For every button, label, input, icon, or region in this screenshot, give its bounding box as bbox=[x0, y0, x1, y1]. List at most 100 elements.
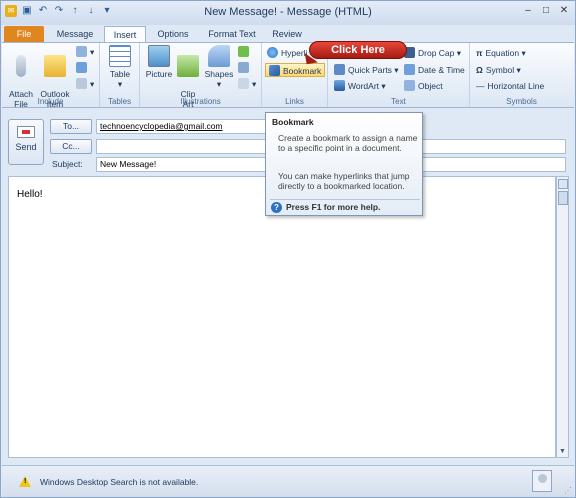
cc-button[interactable]: Cc... bbox=[50, 139, 92, 154]
tooltip-divider bbox=[270, 199, 420, 200]
symbol-button[interactable]: Ω Symbol ▾ bbox=[476, 63, 521, 77]
calendar-button[interactable] bbox=[76, 61, 90, 75]
horizontal-line-label: Horizontal Line bbox=[487, 81, 545, 91]
equation-label: Equation bbox=[485, 48, 520, 58]
tooltip-help-text: Press F1 for more help. bbox=[286, 202, 381, 212]
chart-button[interactable] bbox=[238, 61, 252, 75]
shapes-label: Shapes bbox=[204, 69, 234, 79]
send-label: Send bbox=[15, 142, 37, 152]
symbol-label: Symbol bbox=[485, 65, 515, 75]
tab-file[interactable]: File bbox=[4, 26, 44, 43]
bookmark-label: Bookmark bbox=[283, 66, 322, 76]
equation-button[interactable]: π Equation ▾ bbox=[476, 46, 526, 60]
table-button[interactable]: Table ▾ bbox=[104, 45, 136, 89]
quick-parts-button[interactable]: Quick Parts ▾ bbox=[334, 63, 399, 77]
bookmark-button[interactable]: Bookmark bbox=[265, 63, 326, 77]
picture-icon bbox=[148, 45, 170, 67]
object-icon bbox=[404, 80, 415, 91]
table-label: Table bbox=[109, 69, 131, 79]
group-include: Attach File Outlook Item ▾ ▾ Include bbox=[2, 43, 100, 109]
group-symbols: π Equation ▾ Ω Symbol ▾ ― Horizontal Line S… bbox=[470, 43, 573, 107]
object-label: Object bbox=[418, 81, 443, 91]
to-button[interactable]: To... bbox=[50, 119, 92, 134]
window-controls: – □ ✕ bbox=[521, 5, 571, 17]
wordart-label: WordArt bbox=[348, 81, 380, 91]
business-card-icon bbox=[76, 46, 87, 57]
bookmark-icon bbox=[269, 65, 280, 76]
quick-parts-label: Quick Parts bbox=[348, 65, 392, 75]
pi-icon: π bbox=[476, 48, 483, 58]
help-icon: ? bbox=[271, 202, 282, 213]
envelope-icon bbox=[44, 55, 66, 77]
vertical-scrollbar[interactable]: ▼ bbox=[556, 176, 569, 458]
wordart-icon bbox=[334, 80, 345, 91]
scroll-up-icon[interactable] bbox=[558, 191, 568, 205]
horizontal-line-button[interactable]: ― Horizontal Line bbox=[476, 79, 544, 93]
group-illustrations: Picture Clip Art Shapes ▾ ▾ Illustrations bbox=[140, 43, 262, 109]
screenshot-button[interactable]: ▾ bbox=[238, 77, 256, 91]
date-time-icon bbox=[404, 64, 415, 75]
tab-format-text[interactable]: Format Text bbox=[203, 26, 261, 43]
object-button[interactable]: Object bbox=[404, 79, 443, 93]
to-field[interactable]: technoencyclopedia@gmail.com bbox=[96, 119, 266, 134]
title-bar: ✉ ▣ ↶ ↷ ↑ ↓ ▾ New Message! - Message (HT… bbox=[1, 1, 575, 25]
outlook-message-window: ✉ ▣ ↶ ↷ ↑ ↓ ▾ New Message! - Message (HT… bbox=[0, 0, 576, 498]
group-label-illustrations: Illustrations bbox=[180, 97, 221, 106]
group-label-tables: Tables bbox=[107, 97, 132, 106]
drop-cap-button[interactable]: Drop Cap ▾ bbox=[404, 46, 461, 60]
group-label-include: Include bbox=[37, 97, 64, 106]
calendar-icon bbox=[76, 62, 87, 73]
maximize-icon[interactable]: □ bbox=[539, 5, 553, 17]
minimize-icon[interactable]: – bbox=[521, 5, 535, 17]
status-bar: ! Windows Desktop Search is not availabl… bbox=[2, 465, 574, 497]
send-button[interactable]: Send bbox=[8, 119, 44, 165]
close-icon[interactable]: ✕ bbox=[557, 5, 571, 17]
status-message: Windows Desktop Search is not available. bbox=[40, 477, 199, 487]
smartart-icon bbox=[238, 46, 249, 57]
smartart-button[interactable] bbox=[238, 45, 252, 59]
click-here-callout: Click Here bbox=[309, 41, 407, 59]
chart-icon bbox=[238, 62, 249, 73]
tab-insert[interactable]: Insert bbox=[104, 26, 146, 43]
screenshot-icon bbox=[238, 78, 249, 89]
clip-art-icon bbox=[177, 55, 199, 77]
drop-cap-label: Drop Cap bbox=[418, 48, 455, 58]
signature-icon bbox=[76, 78, 87, 89]
tooltip-hint: You can make hyperlinks that jump direct… bbox=[278, 171, 410, 191]
business-card-button[interactable]: ▾ bbox=[76, 45, 94, 59]
table-dropdown-icon: ▾ bbox=[117, 79, 123, 89]
tooltip-help: ? Press F1 for more help. bbox=[271, 202, 380, 213]
ribbon: Attach File Outlook Item ▾ ▾ Include Tab… bbox=[2, 42, 574, 109]
horizontal-line-icon: ― bbox=[476, 81, 485, 91]
send-icon bbox=[17, 126, 35, 138]
group-tables: Table ▾ Tables bbox=[100, 43, 140, 107]
ribbon-tabs: File Message Insert Options Format Text … bbox=[1, 25, 575, 43]
group-label-symbols: Symbols bbox=[506, 97, 537, 106]
message-body[interactable]: Hello! bbox=[8, 176, 556, 458]
wordart-button[interactable]: WordArt ▾ bbox=[334, 79, 386, 93]
date-time-button[interactable]: Date & Time bbox=[404, 63, 465, 77]
group-label-links: Links bbox=[285, 97, 304, 106]
contact-picture-icon[interactable] bbox=[532, 470, 552, 492]
table-icon bbox=[109, 45, 131, 67]
scroll-down-icon[interactable]: ▼ bbox=[557, 446, 568, 457]
omega-icon: Ω bbox=[476, 65, 483, 75]
shapes-dropdown-icon: ▾ bbox=[216, 79, 222, 89]
message-body-text: Hello! bbox=[17, 189, 43, 200]
ruler-toggle-icon[interactable] bbox=[558, 179, 568, 189]
warning-mark: ! bbox=[24, 478, 27, 485]
tooltip-description: Create a bookmark to assign a name to a … bbox=[278, 133, 418, 153]
picture-button[interactable]: Picture bbox=[144, 45, 174, 79]
globe-link-icon bbox=[267, 47, 278, 58]
bookmark-tooltip: Bookmark Create a bookmark to assign a n… bbox=[265, 112, 423, 216]
tab-options[interactable]: Options bbox=[151, 26, 195, 43]
resize-grip-icon[interactable]: ⋰ bbox=[564, 486, 572, 495]
tooltip-title: Bookmark bbox=[272, 117, 314, 127]
paperclip-icon bbox=[16, 55, 26, 77]
signature-button[interactable]: ▾ bbox=[76, 77, 94, 91]
subject-label: Subject: bbox=[52, 159, 83, 169]
shapes-icon bbox=[208, 45, 230, 67]
tab-message[interactable]: Message bbox=[51, 26, 99, 43]
tab-review[interactable]: Review bbox=[266, 26, 308, 43]
shapes-button[interactable]: Shapes ▾ bbox=[204, 45, 234, 89]
